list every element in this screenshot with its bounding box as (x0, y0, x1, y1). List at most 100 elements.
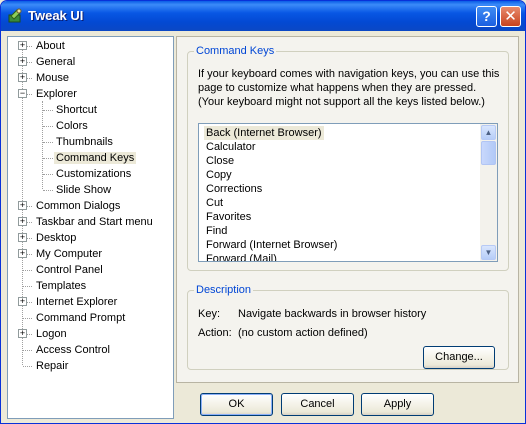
expand-plus-icon[interactable]: + (18, 41, 27, 50)
list-item[interactable]: Forward (Internet Browser) (204, 238, 339, 252)
key-value: Navigate backwards in browser history (238, 308, 427, 320)
tree-item-label: Thumbnails (56, 136, 113, 148)
expand-plus-icon[interactable]: + (18, 57, 27, 66)
expand-plus-icon[interactable]: + (18, 249, 27, 258)
category-tree[interactable]: About + General + Mouse + Explorer − Shortcut Col… (7, 36, 174, 419)
action-label: Action: (198, 327, 232, 339)
tree-item[interactable]: Mouse (34, 70, 71, 86)
expand-plus-icon[interactable]: + (18, 297, 27, 306)
collapse-minus-icon[interactable]: − (18, 89, 27, 98)
tree-item-label: Mouse (36, 72, 70, 84)
key-label: Key: (198, 308, 221, 320)
tree-connector (43, 174, 53, 175)
tree-item[interactable]: Command Prompt (34, 310, 127, 326)
expand-plus-icon[interactable]: + (18, 329, 27, 338)
cancel-button[interactable]: Cancel (281, 393, 354, 416)
tree-connector (23, 350, 32, 351)
tree-connector (23, 318, 32, 319)
list-item[interactable]: Cut (204, 196, 225, 210)
tree-item-label: Customizations (56, 168, 132, 180)
tree-connector (23, 270, 32, 271)
list-item[interactable]: Copy (204, 168, 234, 182)
tree-item[interactable]: Colors (54, 118, 90, 134)
list-item[interactable]: Find (204, 224, 229, 238)
tree-item[interactable]: Access Control (34, 342, 112, 358)
change-button[interactable]: Change... (423, 346, 495, 369)
tree-item-label: Templates (36, 280, 87, 292)
tree-item[interactable]: Command Keys (54, 150, 137, 166)
tree-item-label: Slide Show (56, 184, 112, 196)
tree-item[interactable]: My Computer (34, 246, 104, 262)
scroll-down-arrow-icon[interactable]: ▼ (481, 245, 496, 260)
expand-plus-icon[interactable]: + (18, 73, 27, 82)
command-keys-page: Command Keys If your keyboard comes with… (176, 36, 519, 383)
tree-item[interactable]: Logon (34, 326, 69, 342)
tree-item[interactable]: Desktop (34, 230, 78, 246)
tree-connector (23, 286, 32, 287)
tree-item[interactable]: Thumbnails (54, 134, 115, 150)
tree-item[interactable]: About (34, 38, 67, 54)
tree-item-label: Command Keys (54, 152, 137, 164)
action-value: (no custom action defined) (238, 327, 368, 339)
tree-item[interactable]: Explorer (34, 86, 79, 102)
tree-item-label: Colors (56, 120, 88, 132)
tree-item-label: Access Control (36, 344, 110, 356)
list-item[interactable]: Calculator (204, 140, 258, 154)
tree-item[interactable]: Taskbar and Start menu (34, 214, 155, 230)
expand-plus-icon[interactable]: + (18, 201, 27, 210)
ok-button[interactable]: OK (200, 393, 273, 416)
list-scrollbar[interactable]: ▲ ▼ (480, 124, 497, 261)
tree-item[interactable]: Slide Show (54, 182, 113, 198)
command-keys-list[interactable]: Back (Internet Browser) Calculator Close Co… (198, 123, 498, 262)
tree-connector (43, 142, 53, 143)
tree-item[interactable]: Control Panel (34, 262, 105, 278)
description-group: Description Key: Navigate backwards in b… (187, 284, 509, 370)
tree-connector (23, 366, 32, 367)
tree-item-label: Shortcut (56, 104, 97, 116)
command-keys-group: Command Keys If your keyboard comes with… (187, 45, 509, 271)
tree-item-label: Internet Explorer (36, 296, 118, 308)
tree-item-label: Logon (36, 328, 67, 340)
expand-plus-icon[interactable]: + (18, 217, 27, 226)
tree-connector (43, 190, 53, 191)
scroll-thumb[interactable] (481, 141, 496, 165)
tree-item-label: Repair (36, 360, 69, 372)
tree-item[interactable]: Repair (34, 358, 70, 374)
tree-item[interactable]: Shortcut (54, 102, 99, 118)
tree-item-label: About (36, 40, 65, 52)
list-item[interactable]: Forward (Mail) (204, 252, 279, 261)
tweakui-window: Tweak UI ? ✕ About + General + Mouse + Explore… (0, 0, 526, 424)
help-button[interactable]: ? (476, 6, 497, 27)
tree-item-label: General (36, 56, 76, 68)
expand-plus-icon[interactable]: + (18, 233, 27, 242)
tree-item-label: Desktop (36, 232, 77, 244)
tree-item[interactable]: Templates (34, 278, 88, 294)
list-item[interactable]: Corrections (204, 182, 264, 196)
tree-item[interactable]: General (34, 54, 77, 70)
list-item[interactable]: Close (204, 154, 236, 168)
tree-item[interactable]: Common Dialogs (34, 198, 122, 214)
tree-item-label: Command Prompt (36, 312, 126, 324)
tree-item-label: Common Dialogs (36, 200, 121, 212)
apply-button[interactable]: Apply (361, 393, 434, 416)
tree-item-label: My Computer (36, 248, 103, 260)
tree-item-label: Explorer (36, 88, 77, 100)
tree-item-label: Taskbar and Start menu (36, 216, 153, 228)
scroll-up-arrow-icon[interactable]: ▲ (481, 125, 496, 140)
tree-item[interactable]: Customizations (54, 166, 133, 182)
description-group-title: Description (194, 284, 254, 297)
tree-connector (43, 126, 53, 127)
command-keys-intro: If your keyboard comes with navigation k… (198, 68, 500, 108)
tree-connector (42, 101, 43, 189)
title-bar[interactable]: Tweak UI ? ✕ (1, 1, 525, 31)
list-item[interactable]: Favorites (204, 210, 253, 224)
close-button[interactable]: ✕ (500, 6, 521, 27)
tree-item-label: Control Panel (36, 264, 103, 276)
tree-connector (43, 110, 53, 111)
list-item[interactable]: Back (Internet Browser) (204, 126, 324, 140)
tree-item[interactable]: Internet Explorer (34, 294, 119, 310)
tweakui-app-icon (7, 8, 23, 24)
command-keys-group-title: Command Keys (194, 45, 277, 58)
window-title: Tweak UI (28, 8, 84, 23)
tree-connector (43, 158, 53, 159)
